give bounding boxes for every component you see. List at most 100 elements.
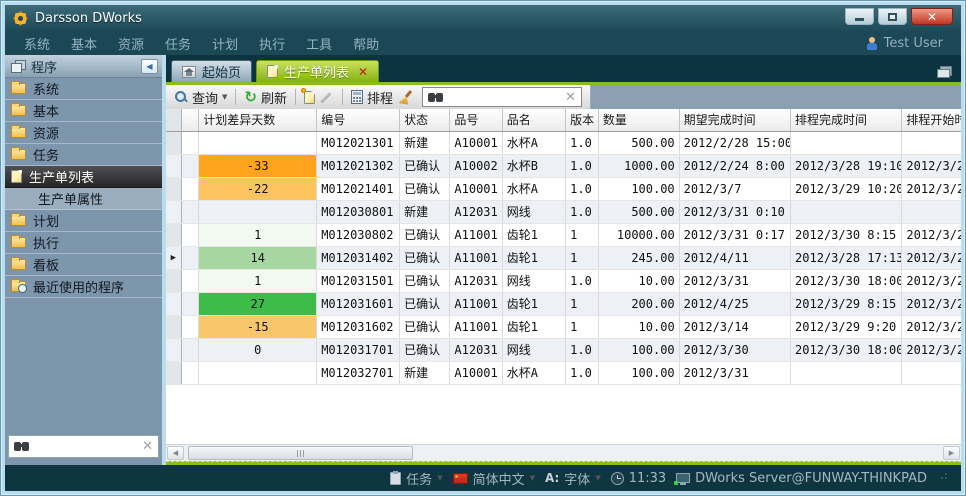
menu-item-7[interactable]: 工具 [306, 34, 332, 53]
cell-scheduled-start[interactable]: 2012/3/28 10:52 [902, 154, 961, 177]
sidebar-item[interactable]: 系统 [5, 78, 162, 100]
cell-scheduled-finish[interactable]: 2012/3/28 19:10 [791, 154, 902, 177]
cell-expected-finish[interactable]: 2012/3/31 0:10 [679, 200, 790, 223]
cell-spacer[interactable] [181, 177, 198, 200]
cell-item-name[interactable]: 齿轮1 [502, 246, 565, 269]
cell-spacer[interactable] [181, 269, 198, 292]
sidebar-item[interactable]: 看板 [5, 254, 162, 276]
cell-quantity[interactable]: 200.00 [598, 292, 679, 315]
cell-version[interactable]: 1 [566, 246, 599, 269]
cell-version[interactable]: 1.0 [566, 131, 599, 154]
cell-scheduled-finish[interactable]: 2012/3/28 17:13 [791, 246, 902, 269]
cell-quantity[interactable]: 10.00 [598, 269, 679, 292]
cell-plan-diff-days[interactable] [199, 131, 317, 154]
table-row[interactable]: 27M012031601已确认A11001齿轮11200.002012/4/25… [166, 292, 961, 315]
cell-quantity[interactable]: 500.00 [598, 131, 679, 154]
cell-scheduled-finish[interactable]: 2012/3/29 10:20 [791, 177, 902, 200]
cell-spacer[interactable] [181, 223, 198, 246]
toolbar-search-box[interactable]: ✕ [422, 87, 582, 107]
cell-quantity[interactable]: 100.00 [598, 177, 679, 200]
sidebar-item[interactable]: 计划 [5, 210, 162, 232]
status-language-menu[interactable]: 简体中文 ▼ [453, 469, 535, 488]
clean-button[interactable] [398, 90, 413, 105]
cell-quantity[interactable]: 100.00 [598, 361, 679, 384]
table-row[interactable]: ▶14M012031402已确认A11001齿轮11245.002012/4/1… [166, 246, 961, 269]
sidebar-collapse-button[interactable]: ◀ [141, 59, 158, 74]
cell-order-no[interactable]: M012031402 [317, 246, 400, 269]
tab-list-icon[interactable] [937, 66, 952, 77]
cell-plan-diff-days[interactable]: 27 [199, 292, 317, 315]
table-row[interactable]: -22M012021401已确认A10001水杯A1.0100.002012/3… [166, 177, 961, 200]
cell-version[interactable]: 1.0 [566, 200, 599, 223]
cell-order-no[interactable]: M012031601 [317, 292, 400, 315]
row-gutter[interactable] [166, 177, 181, 200]
table-row[interactable]: M012021301新建A10001水杯A1.0500.002012/2/28 … [166, 131, 961, 154]
cell-item-no[interactable]: A12031 [450, 200, 502, 223]
cell-scheduled-start[interactable] [902, 200, 961, 223]
cell-status[interactable]: 已确认 [400, 177, 450, 200]
cell-expected-finish[interactable]: 2012/2/28 15:00 [679, 131, 790, 154]
cell-scheduled-finish[interactable] [791, 200, 902, 223]
cell-item-name[interactable]: 齿轮1 [502, 223, 565, 246]
schedule-button[interactable]: 排程 [351, 88, 393, 107]
cell-spacer[interactable] [181, 154, 198, 177]
cell-spacer[interactable] [181, 292, 198, 315]
user-badge[interactable]: Test User [866, 36, 943, 51]
cell-version[interactable]: 1 [566, 315, 599, 338]
cell-version[interactable]: 1 [566, 223, 599, 246]
table-row[interactable]: 1M012030802已确认A11001齿轮1110000.002012/3/3… [166, 223, 961, 246]
refresh-button[interactable]: ↻ 刷新 [244, 88, 287, 107]
cell-status[interactable]: 已确认 [400, 338, 450, 361]
sidebar-search-input[interactable] [36, 440, 136, 454]
cell-order-no[interactable]: M012021301 [317, 131, 400, 154]
table-row[interactable]: -15M012031602已确认A11001齿轮1110.002012/3/14… [166, 315, 961, 338]
cell-item-name[interactable]: 网线 [502, 200, 565, 223]
query-button[interactable]: 查询 ▼ [174, 88, 227, 107]
scroll-left-icon[interactable]: ◀ [167, 446, 184, 460]
cell-item-no[interactable]: A10001 [450, 361, 502, 384]
row-gutter[interactable] [166, 154, 181, 177]
cell-order-no[interactable]: M012031602 [317, 315, 400, 338]
cell-quantity[interactable]: 245.00 [598, 246, 679, 269]
cell-version[interactable]: 1.0 [566, 154, 599, 177]
cell-order-no[interactable]: M012030802 [317, 223, 400, 246]
cell-status[interactable]: 已确认 [400, 292, 450, 315]
cell-quantity[interactable]: 10.00 [598, 315, 679, 338]
cell-status[interactable]: 新建 [400, 361, 450, 384]
cell-expected-finish[interactable]: 2012/3/14 [679, 315, 790, 338]
menu-item-1[interactable]: 系统 [24, 34, 50, 53]
cell-scheduled-start[interactable]: 2012/3/28 10:52 [902, 269, 961, 292]
cell-status[interactable]: 已确认 [400, 315, 450, 338]
row-gutter[interactable] [166, 200, 181, 223]
scroll-right-icon[interactable]: ▶ [943, 446, 960, 460]
row-gutter[interactable] [166, 315, 181, 338]
cell-scheduled-finish[interactable]: 2012/3/29 9:20 [791, 315, 902, 338]
cell-item-name[interactable]: 水杯A [502, 131, 565, 154]
cell-order-no[interactable]: M012030801 [317, 200, 400, 223]
edit-button[interactable] [320, 90, 334, 104]
sidebar-item[interactable]: 资源 [5, 122, 162, 144]
cell-status[interactable]: 已确认 [400, 269, 450, 292]
cell-item-name[interactable]: 水杯A [502, 361, 565, 384]
current-row-indicator[interactable]: ▶ [166, 246, 181, 269]
cell-order-no[interactable]: M012021302 [317, 154, 400, 177]
menu-item-4[interactable]: 任务 [165, 34, 191, 53]
status-task-menu[interactable]: 任务 ▼ [390, 469, 442, 488]
cell-quantity[interactable]: 500.00 [598, 200, 679, 223]
cell-item-no[interactable]: A10001 [450, 131, 502, 154]
cell-scheduled-finish[interactable]: 2012/3/29 8:15 [791, 292, 902, 315]
toolbar-search-input[interactable] [449, 90, 560, 104]
cell-scheduled-start[interactable]: 2012/3/28 10:52 [902, 292, 961, 315]
sidebar-search-clear-icon[interactable]: ✕ [142, 440, 153, 453]
row-gutter[interactable] [166, 269, 181, 292]
cell-quantity[interactable]: 1000.00 [598, 154, 679, 177]
menu-item-6[interactable]: 执行 [259, 34, 285, 53]
status-font-menu[interactable]: A: 字体 ▼ [545, 469, 601, 488]
cell-item-no[interactable]: A12031 [450, 338, 502, 361]
cell-version[interactable]: 1.0 [566, 269, 599, 292]
sidebar-item[interactable]: 生产单属性 [5, 188, 162, 210]
cell-item-name[interactable]: 齿轮1 [502, 292, 565, 315]
cell-item-name[interactable]: 齿轮1 [502, 315, 565, 338]
table-row[interactable]: 1M012031501已确认A12031网线1.010.002012/3/312… [166, 269, 961, 292]
cell-order-no[interactable]: M012031501 [317, 269, 400, 292]
